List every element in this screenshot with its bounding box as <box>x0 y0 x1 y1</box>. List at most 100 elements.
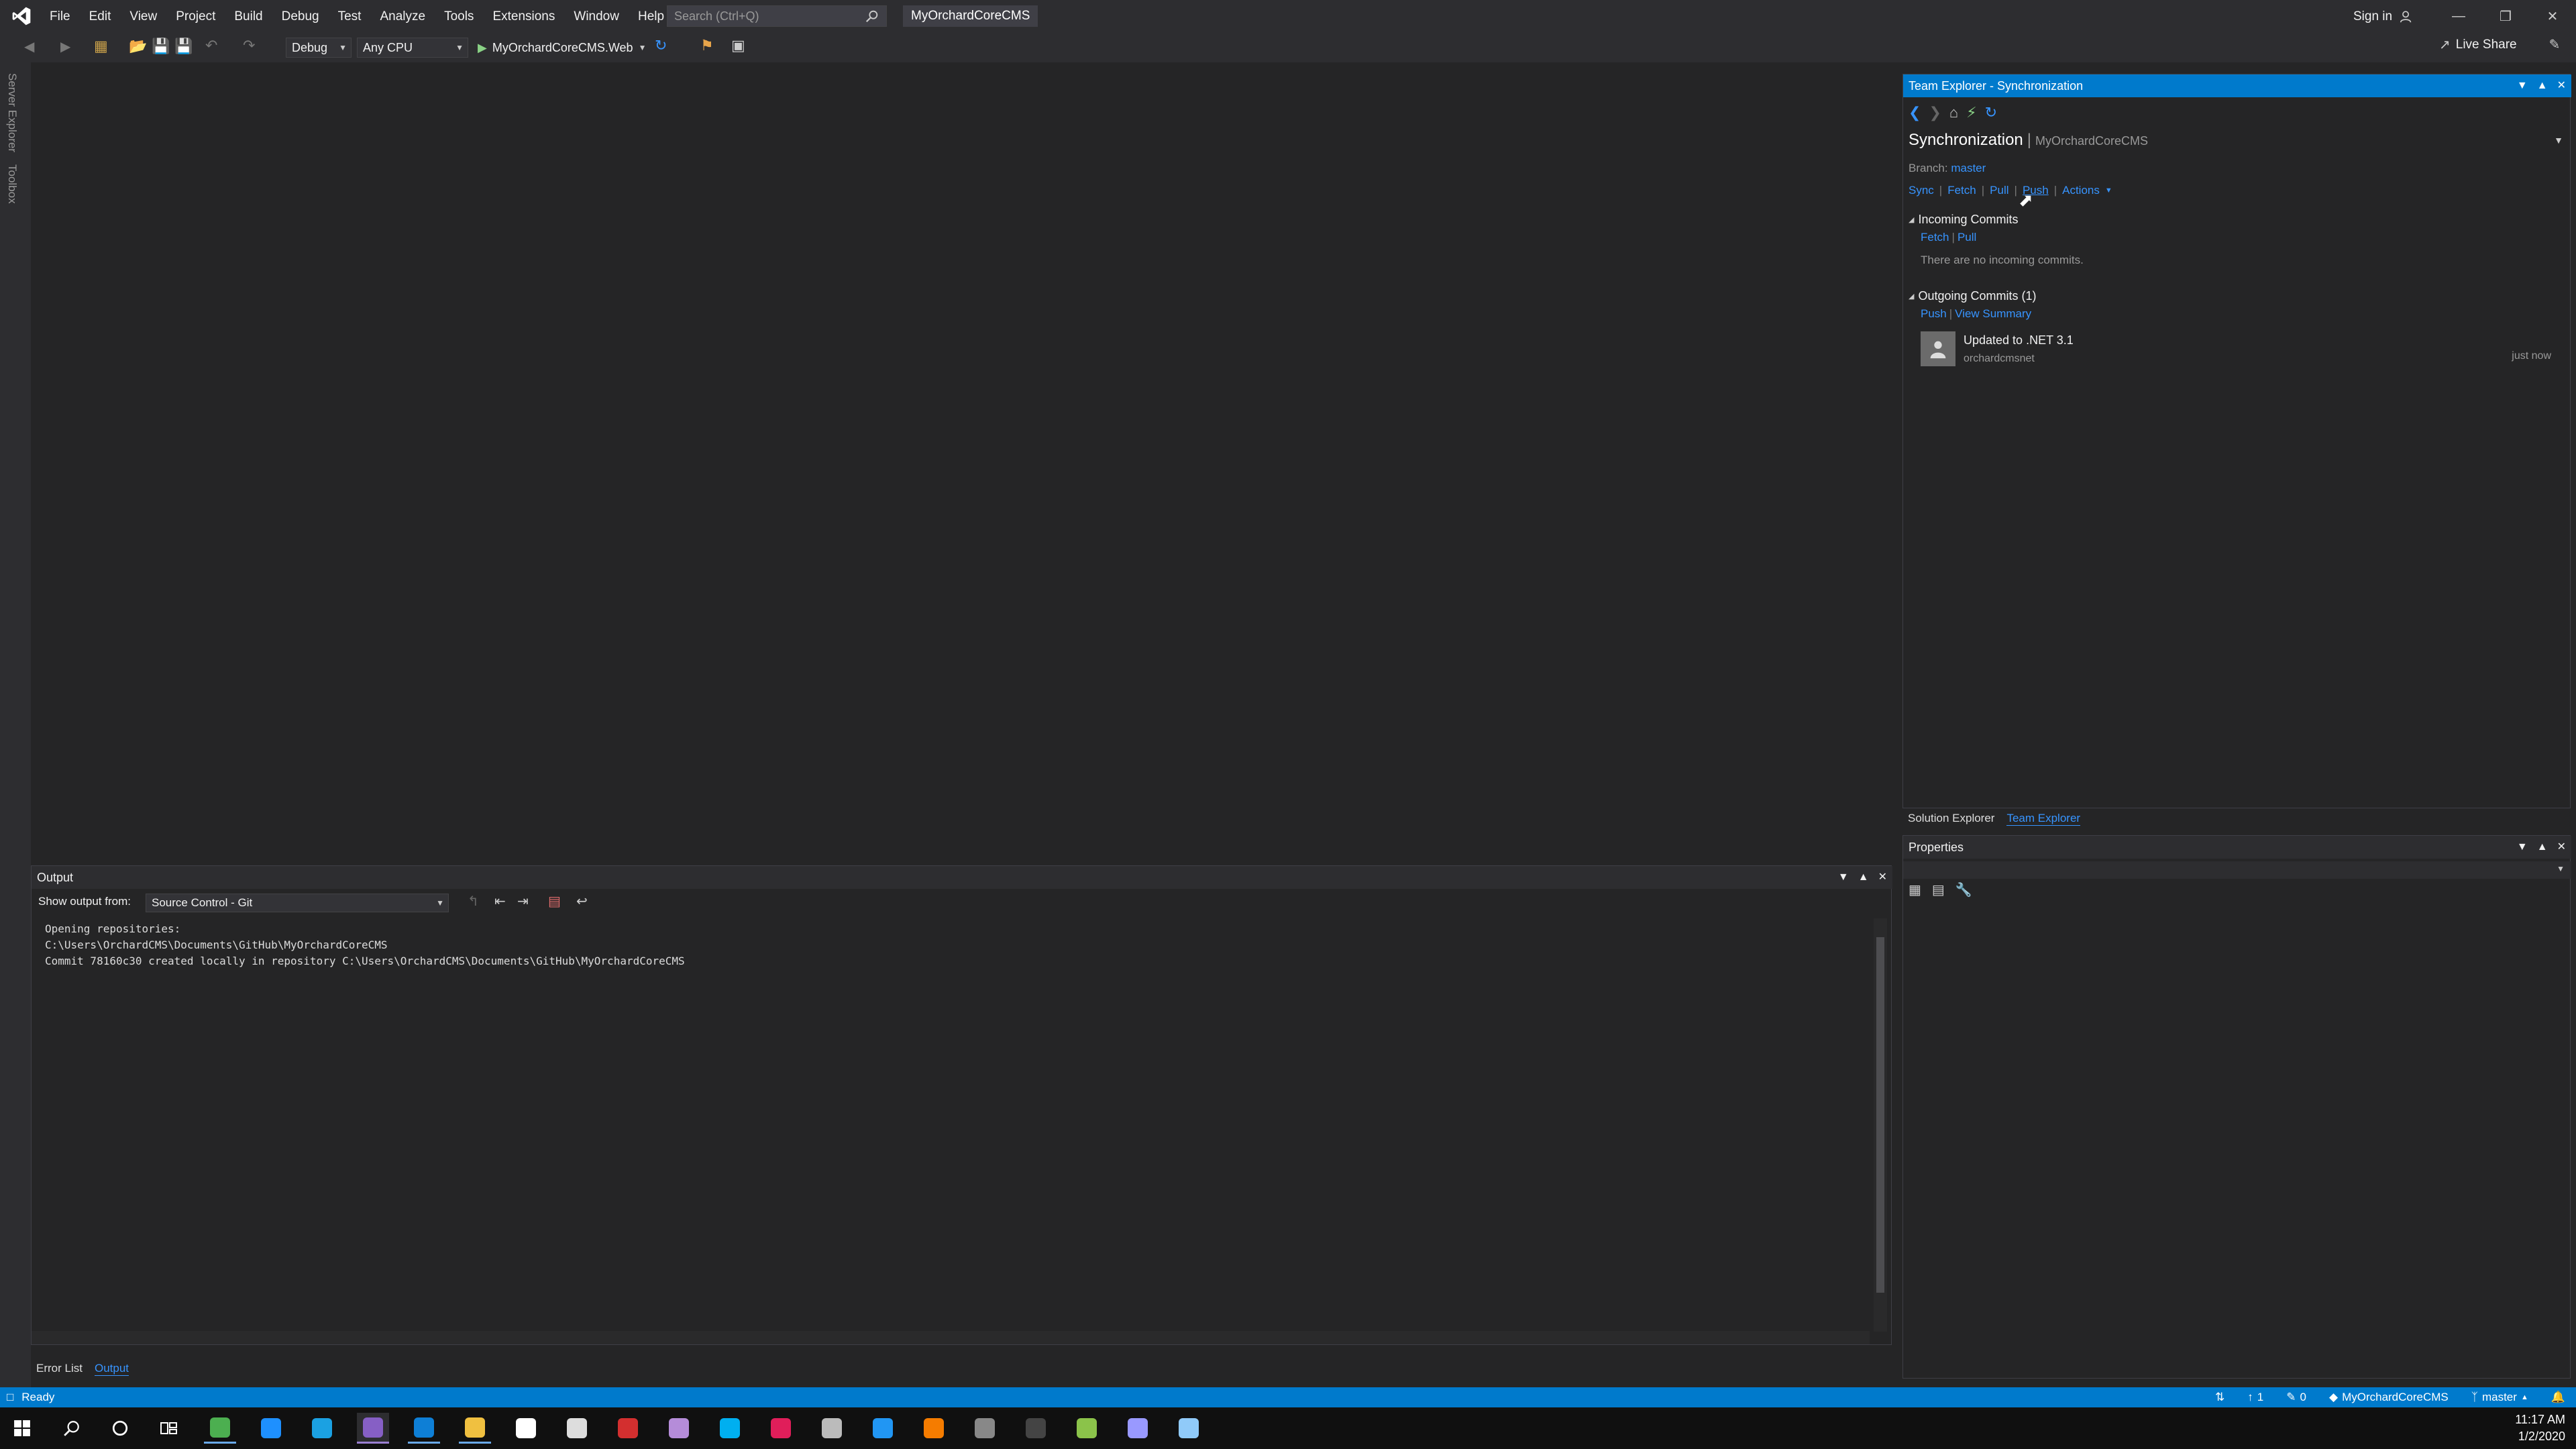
output-scrollbar[interactable] <box>1874 918 1887 1332</box>
vscode-icon[interactable] <box>408 1413 440 1444</box>
refresh-icon[interactable]: ↻ <box>1985 104 1997 121</box>
server-explorer-tab[interactable]: Server Explorer <box>5 73 19 152</box>
menu-debug[interactable]: Debug <box>272 0 329 33</box>
alphabetical-icon[interactable]: ▤ <box>1932 881 1945 898</box>
notepad-icon[interactable] <box>1173 1413 1205 1444</box>
repository-picker[interactable]: ◆ MyOrchardCoreCMS <box>2329 1391 2449 1404</box>
menu-test[interactable]: Test <box>329 0 371 33</box>
menu-edit[interactable]: Edit <box>80 0 121 33</box>
pull-link[interactable]: Pull <box>1990 184 2008 197</box>
start-debugging-button[interactable]: ▶ MyOrchardCoreCMS.Web ▼ <box>478 38 646 58</box>
outgoing-push-link[interactable]: Push <box>1921 307 1947 321</box>
open-folder-icon[interactable]: 📂 <box>129 38 147 55</box>
platform-select[interactable]: Any CPU ▼ <box>357 38 468 58</box>
close-icon[interactable]: ✕ <box>2557 836 2566 859</box>
chrome-icon[interactable] <box>204 1413 236 1444</box>
taskbar-clock[interactable]: 11:17 AM 1/2/2020 <box>2515 1411 2565 1445</box>
tab-output[interactable]: Output <box>94 1362 129 1376</box>
pin-icon[interactable]: ▲ <box>2537 836 2548 859</box>
chevron-down-icon[interactable]: ▼ <box>2554 135 2563 146</box>
file-explorer-icon[interactable] <box>459 1413 491 1444</box>
close-window-icon[interactable]: ✕ <box>2529 0 2576 33</box>
search-icon[interactable] <box>63 1419 80 1437</box>
undo-icon[interactable]: ↶ <box>205 37 217 54</box>
outgoing-commits-header[interactable]: ◢ Outgoing Commits (1) <box>1909 289 2563 303</box>
dropdown-icon[interactable]: ▼ <box>1838 866 1849 889</box>
scrollbar-thumb[interactable] <box>1876 937 1884 1293</box>
back-icon[interactable]: ❮ <box>1909 104 1921 121</box>
mail-icon[interactable] <box>561 1413 593 1444</box>
feedback-icon[interactable]: ✎ <box>2549 36 2561 53</box>
screenshot-icon[interactable]: ▣ <box>731 37 745 54</box>
configuration-select[interactable]: Debug ▼ <box>286 38 352 58</box>
back-nav-icon[interactable]: ◀ <box>24 38 34 55</box>
ie-icon[interactable] <box>306 1413 338 1444</box>
categorized-icon[interactable]: ▦ <box>1909 881 1921 898</box>
pin-icon[interactable]: ▲ <box>2537 74 2548 97</box>
clock-app-icon[interactable] <box>816 1413 848 1444</box>
forward-nav-icon[interactable]: ▶ <box>60 38 70 55</box>
cortana-icon[interactable] <box>111 1419 129 1437</box>
incoming-commits-header[interactable]: ◢ Incoming Commits <box>1909 213 2084 227</box>
github-icon[interactable] <box>663 1413 695 1444</box>
fetch-link[interactable]: Fetch <box>1947 184 1976 197</box>
next-message-icon[interactable]: ⇥ <box>517 893 529 910</box>
save-all-icon[interactable]: 💾 <box>174 38 193 55</box>
tab-team-explorer[interactable]: Team Explorer <box>2006 812 2081 826</box>
view-summary-link[interactable]: View Summary <box>1955 307 2031 321</box>
pin-icon[interactable]: ▲ <box>1858 866 1869 889</box>
find-icon[interactable]: ↰ <box>468 893 479 910</box>
dropdown-icon[interactable]: ▼ <box>2517 74 2528 97</box>
menu-view[interactable]: View <box>120 0 166 33</box>
output-source-select[interactable]: Source Control - Git ▼ <box>146 894 449 912</box>
app-red-icon[interactable] <box>612 1413 644 1444</box>
commit-item[interactable]: Updated to .NET 3.1 orchardcmsnet just n… <box>1921 331 2563 366</box>
close-icon[interactable]: ✕ <box>2557 74 2566 97</box>
dropdown-icon[interactable]: ▼ <box>2517 836 2528 859</box>
toolbox-tab[interactable]: Toolbox <box>5 164 19 204</box>
property-pages-icon[interactable]: 🔧 <box>1955 881 1972 898</box>
task-view-icon[interactable] <box>160 1419 178 1437</box>
slack-icon[interactable] <box>765 1413 797 1444</box>
home-icon[interactable]: ⌂ <box>1949 104 1958 121</box>
pending-changes[interactable]: ✎ 0 <box>2286 1391 2306 1404</box>
menu-analyze[interactable]: Analyze <box>370 0 435 33</box>
properties-object-select[interactable]: ▼ <box>1903 861 2571 879</box>
sign-in-button[interactable]: Sign in <box>2353 0 2414 33</box>
branch-picker[interactable]: ᛉ master ▲ <box>2471 1391 2528 1404</box>
menu-file[interactable]: File <box>40 0 80 33</box>
output-horizontal-scrollbar[interactable] <box>32 1331 1870 1344</box>
terminal-icon[interactable] <box>1020 1413 1052 1444</box>
refresh-icon[interactable]: ↻ <box>655 37 667 54</box>
previous-message-icon[interactable]: ⇤ <box>494 893 506 910</box>
new-project-icon[interactable]: ▦ <box>94 38 108 55</box>
windows-start-icon[interactable] <box>13 1419 31 1437</box>
premiere-icon[interactable] <box>1122 1413 1154 1444</box>
redo-icon[interactable]: ↷ <box>243 37 255 54</box>
branch-link[interactable]: master <box>1951 162 1986 174</box>
word-wrap-icon[interactable]: ↩ <box>576 893 588 910</box>
menu-tools[interactable]: Tools <box>435 0 483 33</box>
store-icon[interactable] <box>510 1413 542 1444</box>
clear-all-icon[interactable]: ▤ <box>548 893 561 910</box>
live-share-button[interactable]: ↗ Live Share ✎ <box>2439 36 2560 53</box>
tool-icon[interactable] <box>969 1413 1001 1444</box>
restore-icon[interactable]: ❐ <box>2482 0 2529 33</box>
incoming-fetch-link[interactable]: Fetch <box>1921 231 1949 244</box>
forward-icon[interactable]: ❯ <box>1929 104 1941 121</box>
app-green-icon[interactable] <box>1071 1413 1103 1444</box>
visual-studio-icon[interactable] <box>357 1413 389 1444</box>
sync-link[interactable]: Sync <box>1909 184 1934 197</box>
notification-bell-icon[interactable]: 🔔 <box>2551 1391 2565 1404</box>
menu-project[interactable]: Project <box>166 0 225 33</box>
paint-icon[interactable] <box>918 1413 950 1444</box>
close-icon[interactable]: ✕ <box>1878 866 1887 889</box>
menu-extensions[interactable]: Extensions <box>483 0 564 33</box>
source-control-icon[interactable]: ⇅ <box>2215 1391 2224 1404</box>
skype-icon[interactable] <box>714 1413 746 1444</box>
connect-icon[interactable]: ⚡ <box>1966 104 1976 121</box>
tab-solution-explorer[interactable]: Solution Explorer <box>1908 812 1994 825</box>
app-blue-icon[interactable] <box>867 1413 899 1444</box>
minimize-icon[interactable]: — <box>2435 0 2482 33</box>
menu-build[interactable]: Build <box>225 0 272 33</box>
